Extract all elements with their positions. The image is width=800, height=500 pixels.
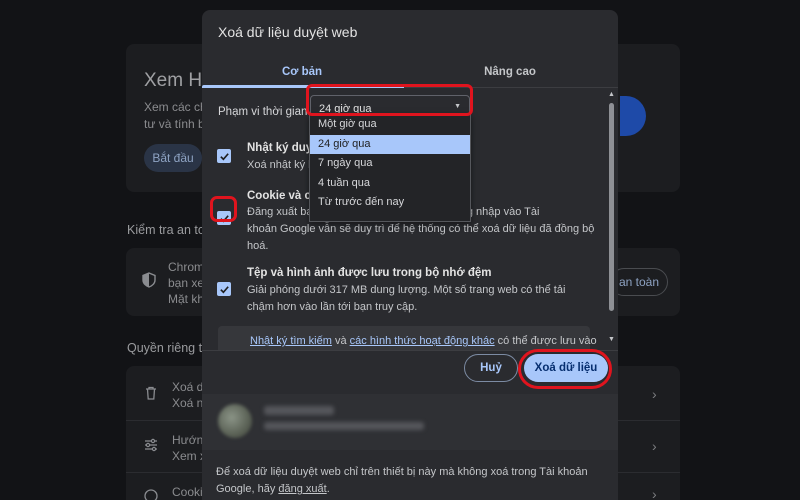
- checkmark-icon: [219, 152, 229, 160]
- info-rest-text: có thể được lưu vào: [494, 335, 597, 347]
- checkmark-icon: [219, 285, 229, 293]
- chrome-safety-line-2: bạn xe: [168, 276, 205, 290]
- scroll-up-arrow-icon[interactable]: ▲: [608, 91, 615, 98]
- time-range-dropdown-list: Một giờ qua 24 giờ qua 7 ngày qua 4 tuần…: [309, 114, 471, 222]
- sign-out-footer: Để xoá dữ liệu duyệt web chỉ trên thiết …: [216, 464, 606, 498]
- chevron-right-icon: ›: [652, 386, 657, 402]
- footer-end: .: [326, 483, 330, 495]
- safety-check-button[interactable]: an toàn: [610, 268, 668, 296]
- tab-advanced[interactable]: Nâng cao: [410, 56, 610, 88]
- browsing-history-checkbox[interactable]: [217, 149, 231, 163]
- dialog-divider: [202, 350, 618, 351]
- blurred-account-name: [264, 406, 334, 415]
- start-button[interactable]: Bắt đầu: [144, 144, 202, 172]
- dropdown-arrow-icon: ▼: [454, 103, 461, 110]
- time-range-label: Phạm vi thời gian: [218, 106, 308, 118]
- time-range-option[interactable]: 7 ngày qua: [310, 154, 470, 174]
- tab-bar: Cơ bản Nâng cao: [202, 56, 618, 88]
- delete-data-button[interactable]: Xoá dữ liệu: [524, 354, 608, 382]
- chrome-safety-line: Chrom: [168, 260, 205, 274]
- time-range-option-selected[interactable]: 24 giờ qua: [310, 134, 470, 154]
- chrome-safety-line-3: Mặt kh: [168, 292, 205, 306]
- cached-files-desc: Giải phóng dưới 317 MB dung lượng. Một s…: [247, 284, 566, 313]
- account-profile-area: [202, 394, 618, 450]
- time-range-option[interactable]: 4 tuần qua: [310, 174, 470, 194]
- cached-files-title: Tệp và hình ảnh được lưu trong bộ nhớ đệ…: [247, 267, 492, 279]
- cancel-button[interactable]: Huỷ: [464, 354, 518, 382]
- scroll-down-arrow-icon[interactable]: ▼: [608, 336, 615, 343]
- privacy-guide-item-desc: Xem x: [172, 449, 207, 463]
- clear-data-item-desc: Xoá n: [172, 396, 204, 410]
- time-range-option[interactable]: Từ trước đến nay: [310, 193, 470, 213]
- chevron-right-icon: ›: [652, 486, 657, 500]
- other-activity-link[interactable]: các hình thức hoạt động khác: [350, 335, 495, 347]
- cookies-desc-start: Đăng xuất bạ: [247, 206, 313, 218]
- cookies-checkbox[interactable]: [217, 211, 231, 225]
- activity-info-box: Nhật ký tìm kiếm và các hình thức hoạt đ…: [218, 326, 597, 350]
- chevron-right-icon: ›: [652, 438, 657, 454]
- scrollbar[interactable]: ▲ ▼: [607, 89, 617, 347]
- cookies-desc-line-2: khoản Google vẫn sẽ duy trì để hệ thống …: [247, 223, 595, 235]
- blurred-account-email: [264, 422, 424, 430]
- cookie-item-title[interactable]: Cooki: [172, 485, 203, 499]
- info-and-text: và: [331, 335, 350, 347]
- checkmark-icon: [219, 214, 229, 222]
- safety-check-heading: Kiểm tra an to: [127, 223, 205, 237]
- sign-out-link[interactable]: đăng xuất: [278, 483, 326, 495]
- privacy-section-heading: Quyền riêng tư: [127, 341, 211, 355]
- shield-icon: [142, 272, 156, 288]
- active-tab-indicator: [202, 85, 404, 88]
- scrollbar-thumb[interactable]: [609, 103, 614, 311]
- time-range-option[interactable]: Một giờ qua: [310, 115, 470, 135]
- sliders-icon: [145, 438, 157, 452]
- cookies-desc-line-3: hoá.: [247, 240, 269, 252]
- trash-icon: [146, 386, 156, 400]
- search-history-link[interactable]: Nhật ký tìm kiếm: [250, 335, 332, 347]
- tab-basic[interactable]: Cơ bản: [202, 56, 402, 88]
- cookie-icon: [144, 489, 158, 500]
- cached-files-checkbox[interactable]: [217, 282, 231, 296]
- dialog-title: Xoá dữ liệu duyệt web: [218, 24, 358, 40]
- footer-text: Để xoá dữ liệu duyệt web chỉ trên thiết …: [216, 466, 588, 495]
- clear-browsing-data-dialog: Xoá dữ liệu duyệt web Cơ bản Nâng cao Ph…: [202, 10, 618, 500]
- avatar: [218, 404, 252, 438]
